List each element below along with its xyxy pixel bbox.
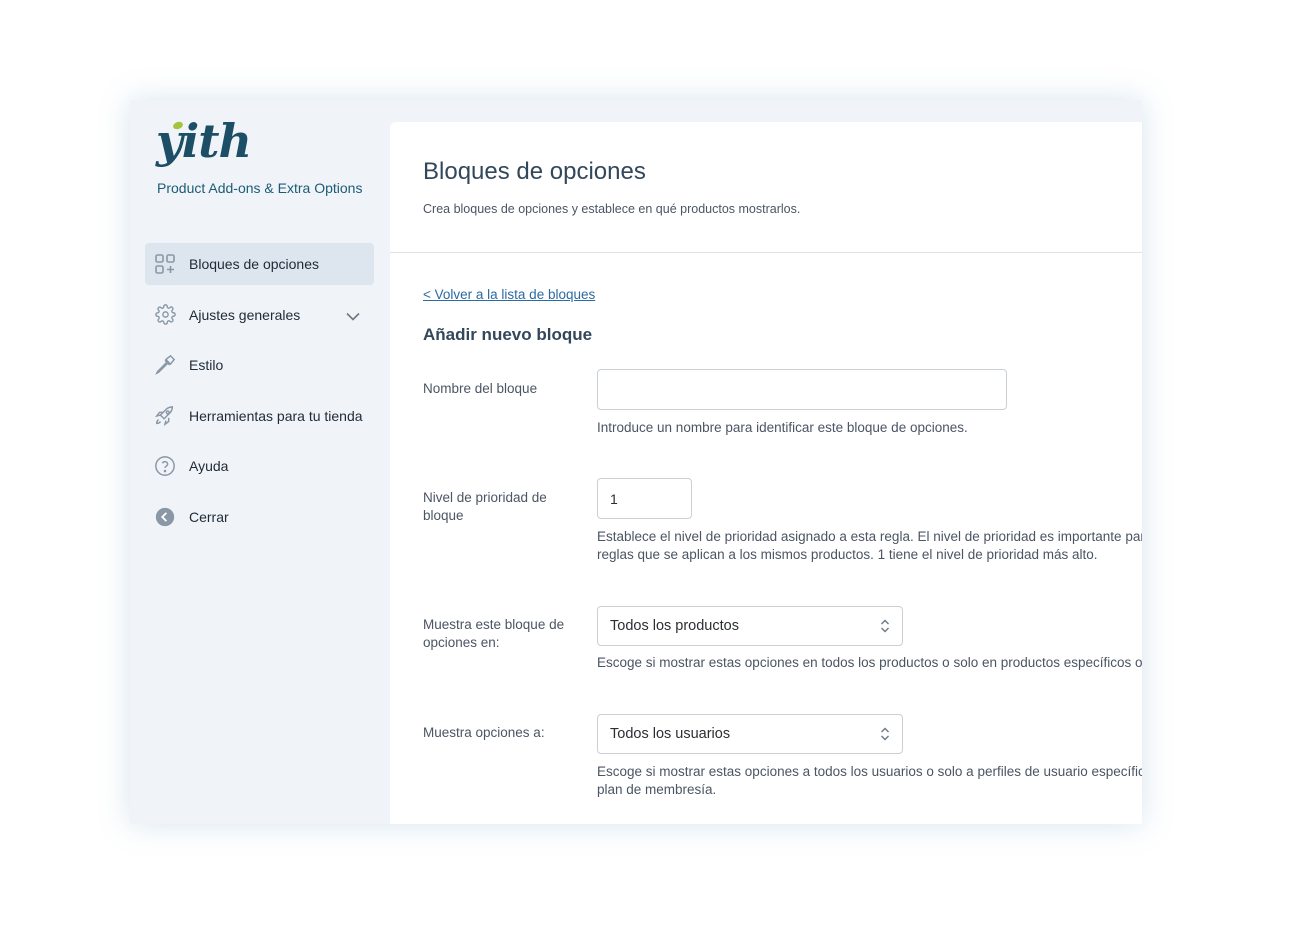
show-to-help-line2: plan de membresía.: [597, 782, 717, 797]
app-window: yith Product Add-ons & Extra Options Blo…: [130, 100, 1142, 824]
show-to-help-line1: Escoge si mostrar estas opciones a todos…: [597, 764, 1142, 779]
section-title: Añadir nuevo bloque: [423, 325, 593, 344]
sidebar: yith Product Add-ons & Extra Options Blo…: [130, 100, 390, 824]
sidebar-item-label: Bloques de opciones: [189, 256, 319, 272]
page-header: Bloques de opciones Crea bloques de opci…: [390, 122, 1142, 253]
priority-help-line2: reglas que se aplican a los mismos produ…: [597, 547, 1098, 562]
priority-input[interactable]: [597, 478, 692, 519]
block-name-label: Nombre del bloque: [423, 381, 538, 396]
product-name: Product Add-ons & Extra Options: [157, 180, 363, 196]
rocket-icon: [154, 405, 176, 427]
back-to-list-link[interactable]: < Volver a la lista de bloques: [423, 287, 595, 302]
block-name-input[interactable]: [597, 369, 1007, 410]
sidebar-nav: Bloques de opciones Ajustes generales Es…: [145, 243, 374, 546]
blocks-add-icon: [154, 253, 176, 275]
sidebar-item-herramientas[interactable]: Herramientas para tu tienda: [145, 395, 374, 437]
select-updown-icon: [880, 726, 890, 746]
show-on-help: Escoge si mostrar estas opciones en todo…: [597, 655, 1142, 670]
logo-text: yith: [156, 114, 252, 168]
eyedropper-icon: [154, 354, 176, 376]
show-to-selected-value: Todos los usuarios: [610, 726, 731, 742]
back-arrow-circle-icon: [154, 506, 176, 528]
priority-help-line1: Establece el nivel de prioridad asignado…: [597, 529, 1142, 544]
sidebar-item-label: Cerrar: [189, 508, 229, 525]
priority-label: Nivel de prioridad de bloque: [423, 490, 547, 523]
sidebar-item-label: Herramientas para tu tienda: [189, 407, 363, 424]
sidebar-item-ajustes[interactable]: Ajustes generales: [145, 294, 374, 336]
show-to-label: Muestra opciones a:: [423, 725, 545, 740]
main-panel: Bloques de opciones Crea bloques de opci…: [390, 122, 1142, 824]
show-on-label: Muestra este bloque de opciones en:: [423, 617, 565, 650]
show-to-select[interactable]: Todos los usuarios: [597, 714, 903, 754]
sidebar-item-label: Ayuda: [189, 458, 229, 474]
block-name-help: Introduce un nombre para identificar est…: [597, 420, 968, 435]
select-updown-icon: [880, 618, 890, 638]
show-on-select[interactable]: Todos los productos: [597, 606, 903, 646]
yith-logo: yith: [156, 118, 252, 164]
sidebar-item-estilo[interactable]: Estilo: [145, 344, 374, 386]
page-title: Bloques de opciones: [423, 158, 646, 185]
sidebar-item-bloques[interactable]: Bloques de opciones: [145, 243, 374, 285]
sidebar-item-label: Estilo: [189, 357, 224, 373]
sidebar-item-ayuda[interactable]: Ayuda: [145, 445, 374, 487]
show-on-selected-value: Todos los productos: [610, 618, 739, 634]
page-subtitle: Crea bloques de opciones y establece en …: [423, 202, 801, 216]
gear-icon: [154, 304, 176, 326]
sidebar-item-label: Ajustes generales: [189, 306, 301, 323]
question-circle-icon: [154, 455, 176, 477]
sidebar-item-cerrar[interactable]: Cerrar: [145, 496, 374, 538]
chevron-down-icon[interactable]: [346, 308, 360, 324]
